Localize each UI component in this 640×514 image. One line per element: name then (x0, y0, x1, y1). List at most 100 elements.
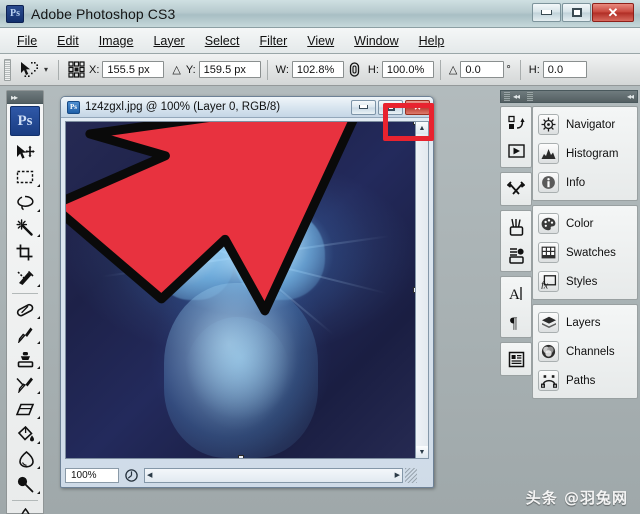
notes-icon[interactable] (501, 345, 531, 373)
panel-item-swatches[interactable]: Swatches (533, 238, 637, 267)
reference-point-grid-icon[interactable] (65, 61, 87, 78)
panel-item-channels[interactable]: Channels (533, 337, 637, 366)
scroll-down-button[interactable]: ▼ (416, 446, 428, 458)
close-button[interactable]: ✕ (592, 3, 634, 22)
panel-item-histogram[interactable]: Histogram (533, 139, 637, 168)
maximize-button[interactable] (562, 3, 591, 22)
panel-item-color[interactable]: Color (533, 209, 637, 238)
animation-icon[interactable] (501, 137, 531, 165)
tool-submenu-triangle-icon (37, 234, 40, 237)
y-field-label: Y: (185, 63, 196, 76)
tool-dodge[interactable] (7, 472, 43, 497)
menu-window[interactable]: Window (345, 31, 407, 51)
y-field[interactable]: 159.5 px (198, 61, 261, 78)
x-field-label: X: (89, 63, 100, 76)
document-close-button[interactable]: ✕ (405, 99, 430, 115)
tool-submenu-triangle-icon (37, 441, 40, 444)
menu-select[interactable]: Select (196, 31, 249, 51)
horizontal-scrollbar[interactable]: ◀ ▶ (144, 467, 403, 483)
dock-collapse-arrows-right[interactable]: ◂◂ (627, 92, 634, 101)
document-title-bar[interactable]: Ps 1z4zgxl.jpg @ 100% (Layer 0, RGB/8) ✕ (61, 97, 433, 118)
scroll-left-button[interactable]: ◀ (147, 471, 152, 479)
dock-grip-right[interactable] (527, 92, 534, 101)
menu-select-label: Select (204, 33, 240, 48)
navigator-panel-group: Navigator Histogram Info (532, 106, 638, 201)
document-title: 1z4zgxl.jpg @ 100% (Layer 0, RGB/8) (85, 101, 281, 113)
tool-history-brush[interactable] (7, 372, 43, 397)
vertical-scrollbar[interactable]: ▲ ▼ (415, 121, 429, 459)
transform-handle-bottom-center[interactable] (238, 455, 244, 458)
tool-slice[interactable] (7, 265, 43, 290)
h-field[interactable]: 100.0% (381, 61, 434, 78)
menu-layer-label: Layer (153, 33, 185, 48)
delta-y-icon: △ (172, 64, 181, 76)
character-icon[interactable]: A (501, 279, 531, 307)
document-window: Ps 1z4zgxl.jpg @ 100% (Layer 0, RGB/8) ✕ (60, 96, 434, 488)
layer-comps-icon[interactable] (501, 241, 531, 269)
menu-help[interactable]: Help (410, 31, 454, 51)
options-separator-1 (58, 59, 59, 80)
menu-view[interactable]: View (298, 31, 343, 51)
document-window-controls: ✕ (351, 99, 430, 115)
application-title-bar: Ps Adobe Photoshop CS3 ✕ (0, 0, 640, 28)
bridge-icon[interactable] (501, 109, 531, 137)
tool-healing-brush[interactable] (7, 297, 43, 322)
panel-item-styles[interactable]: fx Styles (533, 267, 637, 296)
minimize-button[interactable] (532, 3, 561, 22)
zoom-level-field[interactable]: 100% (65, 467, 119, 483)
move-tool-icon[interactable] (16, 59, 40, 81)
tool-clone-stamp[interactable] (7, 347, 43, 372)
layers-icon (538, 312, 559, 333)
panel-label-styles: Styles (566, 275, 598, 288)
tool-brush[interactable] (7, 322, 43, 347)
document-maximize-button[interactable] (378, 99, 403, 115)
options-bar-grip[interactable] (4, 58, 11, 81)
menu-file[interactable]: File (8, 31, 46, 51)
dock-icon-group-5 (500, 342, 532, 376)
scroll-up-button[interactable]: ▲ (416, 122, 428, 134)
document-sizes-icon[interactable] (122, 468, 140, 483)
document-minimize-button[interactable] (351, 99, 376, 115)
x-field[interactable]: 155.5 px (102, 61, 165, 78)
tool-move[interactable] (7, 140, 43, 165)
rotate-field[interactable]: 0.0 (460, 61, 505, 78)
tool-lasso[interactable] (7, 190, 43, 215)
svg-text:A: A (509, 287, 520, 302)
tool-preset-chevron-down-icon[interactable]: ▾ (40, 65, 52, 74)
tool-pen[interactable] (7, 504, 43, 514)
tool-presets-icon[interactable] (501, 175, 531, 203)
dock-grip-left[interactable] (504, 92, 510, 101)
options-separator-4 (519, 59, 521, 80)
tool-eraser[interactable] (7, 397, 43, 422)
styles-icon: fx (538, 271, 559, 292)
panel-item-navigator[interactable]: Navigator (533, 110, 637, 139)
tool-crop[interactable] (7, 240, 43, 265)
link-aspect-ratio-icon[interactable] (344, 62, 366, 77)
menu-image[interactable]: Image (90, 31, 143, 51)
brushes-icon[interactable] (501, 213, 531, 241)
scroll-right-button[interactable]: ▶ (395, 471, 400, 479)
menu-layer[interactable]: Layer (144, 31, 193, 51)
transform-handle-top-center[interactable] (238, 122, 244, 125)
panel-item-layers[interactable]: Layers (533, 308, 637, 337)
window-resize-grip[interactable] (405, 467, 417, 483)
paragraph-icon[interactable]: ¶ (501, 307, 531, 335)
dock-collapse-arrows-left[interactable]: ◂◂ (513, 92, 520, 101)
tool-blur[interactable] (7, 447, 43, 472)
w-field[interactable]: 102.8% (291, 61, 344, 78)
tool-rectangular-marquee[interactable] (7, 165, 43, 190)
dock-collapse-header[interactable]: ◂◂ ◂◂ (500, 90, 638, 103)
menu-edit[interactable]: Edit (48, 31, 88, 51)
tools-panel-logo-icon: Ps (10, 106, 40, 136)
dock-icon-group-4: A ¶ (500, 276, 532, 338)
dock-icon-group-3 (500, 210, 532, 272)
tool-magic-wand[interactable] (7, 215, 43, 240)
tools-panel-collapse-handle[interactable]: ▸▸ (7, 91, 43, 104)
tool-paint-bucket[interactable] (7, 422, 43, 447)
panel-item-paths[interactable]: Paths (533, 366, 637, 395)
menu-filter[interactable]: Filter (250, 31, 296, 51)
image-canvas[interactable] (65, 121, 417, 459)
panel-item-info[interactable]: Info (533, 168, 637, 197)
window-controls: ✕ (532, 3, 634, 22)
skew-h-field[interactable]: 0.0 (542, 61, 587, 78)
